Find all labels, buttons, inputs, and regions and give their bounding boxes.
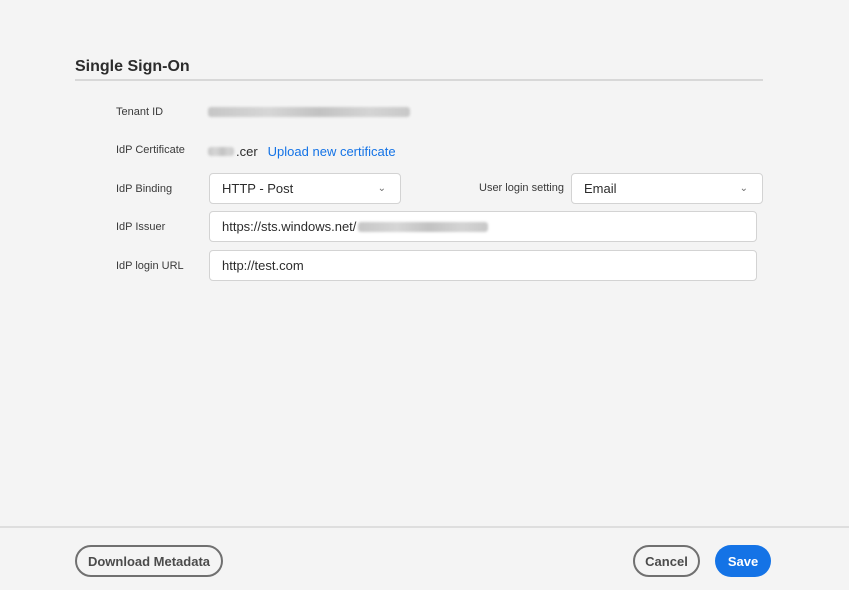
section-divider: [75, 79, 763, 81]
save-button[interactable]: Save: [715, 545, 771, 577]
upload-certificate-link[interactable]: Upload new certificate: [268, 144, 396, 159]
idp-binding-value: HTTP - Post: [222, 181, 294, 196]
tenant-id-label: Tenant ID: [116, 106, 164, 118]
idp-login-url-label: IdP login URL: [116, 260, 184, 272]
idp-binding-label: IdP Binding: [116, 183, 173, 195]
footer-divider: [0, 526, 849, 528]
certificate-file-suffix: .cer: [236, 143, 258, 159]
idp-binding-select[interactable]: HTTP - Post ⌄: [209, 173, 401, 204]
idp-issuer-value: https://sts.windows.net/: [222, 219, 357, 234]
idp-issuer-input[interactable]: https://sts.windows.net/: [209, 211, 757, 242]
user-login-setting-select[interactable]: Email ⌄: [571, 173, 763, 204]
download-metadata-button[interactable]: Download Metadata: [75, 545, 223, 577]
user-login-setting-value: Email: [584, 181, 617, 196]
idp-login-url-value: http://test.com: [222, 258, 304, 273]
chevron-down-icon: ⌄: [739, 183, 748, 194]
idp-login-url-input[interactable]: http://test.com: [209, 250, 757, 281]
certificate-file: .cer Upload new certificate: [208, 143, 396, 159]
certificate-filename-redacted: [208, 146, 234, 156]
idp-issuer-label: IdP Issuer: [116, 221, 166, 233]
idp-issuer-id-redacted: [358, 221, 489, 232]
section-title: Single Sign-On: [75, 58, 190, 75]
chevron-down-icon: ⌄: [377, 183, 386, 194]
sso-settings-page: Single Sign-On Tenant ID IdP Certificate…: [0, 0, 849, 590]
cancel-button[interactable]: Cancel: [633, 545, 700, 577]
tenant-id-value-redacted: [208, 107, 410, 117]
user-login-setting-label: User login setting: [479, 182, 564, 194]
idp-certificate-label: IdP Certificate: [116, 144, 185, 156]
